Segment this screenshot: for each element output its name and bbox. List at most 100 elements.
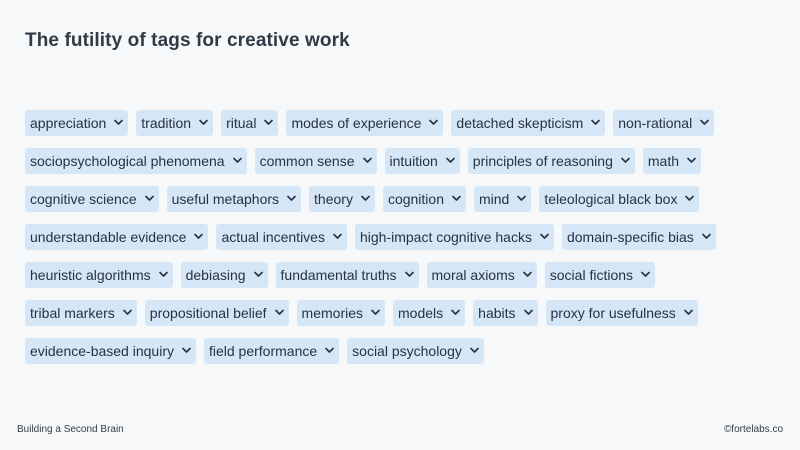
tag-label: principles of reasoning — [472, 153, 613, 169]
chevron-down-icon[interactable] — [264, 118, 274, 126]
tag-dropdown[interactable]: useful metaphors — [166, 186, 302, 212]
tag-dropdown[interactable]: evidence-based inquiry — [25, 338, 196, 364]
tag-label: non-rational — [618, 115, 693, 131]
tag-label: propositional belief — [149, 305, 267, 321]
tag-label: intuition — [389, 153, 438, 169]
tag-dropdown[interactable]: social fictions — [544, 262, 656, 288]
tag-label: appreciation — [30, 115, 107, 131]
chevron-down-icon[interactable] — [371, 308, 380, 316]
tag-label: social fictions — [549, 267, 634, 283]
chevron-down-icon[interactable] — [451, 308, 460, 316]
tag-dropdown[interactable]: social psychology — [347, 338, 484, 364]
tag-dropdown[interactable]: tribal markers — [25, 300, 137, 326]
tag-dropdown[interactable]: understandable evidence — [25, 224, 209, 250]
tag-dropdown[interactable]: principles of reasoning — [467, 148, 635, 174]
tag-dropdown[interactable]: habits — [473, 300, 538, 326]
chevron-down-icon[interactable] — [253, 270, 263, 278]
tag-label: heuristic algorithms — [30, 267, 151, 283]
chevron-down-icon[interactable] — [522, 270, 532, 278]
tag-label: field performance — [208, 343, 318, 359]
tag-dropdown[interactable]: modes of experience — [286, 110, 444, 136]
tag-dropdown[interactable]: field performance — [203, 338, 340, 364]
tag-dropdown[interactable]: memories — [296, 300, 386, 326]
tag-label: sociopsychological phenomena — [30, 153, 225, 169]
tag-label: evidence-based inquiry — [30, 343, 174, 359]
footer-copyright: ©fortelabs.co — [723, 424, 783, 435]
tag-row: understandable evidence actual incentives… — [25, 224, 775, 250]
tag-dropdown[interactable]: math — [642, 148, 701, 174]
tag-label: understandable evidence — [30, 229, 187, 245]
chevron-down-icon[interactable] — [194, 232, 204, 240]
tag-dropdown[interactable]: cognitive science — [25, 186, 159, 212]
chevron-down-icon[interactable] — [404, 270, 414, 278]
tag-dropdown[interactable]: models — [393, 300, 466, 326]
tag-dropdown[interactable]: domain-specific bias — [561, 224, 716, 250]
chevron-down-icon[interactable] — [182, 346, 191, 354]
chevron-down-icon[interactable] — [199, 118, 208, 126]
chevron-down-icon[interactable] — [452, 194, 461, 202]
tag-dropdown[interactable]: actual incentives — [216, 224, 347, 250]
tag-label: common sense — [259, 153, 355, 169]
tag-dropdown[interactable]: appreciation — [25, 110, 129, 136]
tag-row: tribal markers propositional belief memori… — [25, 300, 775, 326]
tag-label: modes of experience — [291, 115, 422, 131]
tag-label: memories — [301, 305, 364, 321]
tag-row: appreciation tradition ritual modes of expe… — [25, 110, 775, 136]
chevron-down-icon[interactable] — [687, 156, 696, 164]
tag-dropdown[interactable]: proxy for usefulness — [545, 300, 698, 326]
chevron-down-icon[interactable] — [445, 156, 455, 164]
tag-dropdown[interactable]: moral axioms — [426, 262, 537, 288]
chevron-down-icon[interactable] — [362, 156, 372, 164]
chevron-down-icon[interactable] — [158, 270, 168, 278]
tag-label: domain-specific bias — [566, 229, 694, 245]
chevron-down-icon[interactable] — [685, 194, 695, 202]
chevron-down-icon[interactable] — [702, 232, 711, 240]
tag-dropdown[interactable]: debiasing — [180, 262, 268, 288]
tag-label: models — [398, 305, 444, 321]
tag-label: fundamental truths — [280, 267, 397, 283]
tag-dropdown[interactable]: propositional belief — [144, 300, 289, 326]
tag-dropdown[interactable]: non-rational — [613, 110, 715, 136]
tag-dropdown[interactable]: tradition — [136, 110, 214, 136]
chevron-down-icon[interactable] — [517, 194, 527, 202]
tag-dropdown[interactable]: ritual — [221, 110, 279, 136]
tag-dropdown[interactable]: sociopsychological phenomena — [25, 148, 247, 174]
tag-label: ritual — [226, 115, 257, 131]
tag-dropdown[interactable]: intuition — [384, 148, 460, 174]
chevron-down-icon[interactable] — [333, 232, 342, 240]
tag-label: cognition — [387, 191, 444, 207]
tag-dropdown[interactable]: cognition — [382, 186, 466, 212]
chevron-down-icon[interactable] — [429, 118, 439, 126]
tag-dropdown[interactable]: detached skepticism — [451, 110, 606, 136]
tag-label: high-impact cognitive hacks — [359, 229, 532, 245]
chevron-down-icon[interactable] — [700, 118, 710, 126]
tag-label: math — [647, 153, 679, 169]
chevron-down-icon[interactable] — [122, 308, 132, 316]
tag-dropdown[interactable]: teleological black box — [539, 186, 700, 212]
tag-dropdown[interactable]: mind — [474, 186, 532, 212]
chevron-down-icon[interactable] — [591, 118, 601, 126]
chevron-down-icon[interactable] — [540, 232, 549, 240]
chevron-down-icon[interactable] — [287, 194, 296, 202]
chevron-down-icon[interactable] — [232, 156, 242, 164]
tag-dropdown[interactable]: fundamental truths — [275, 262, 419, 288]
chevron-down-icon[interactable] — [144, 194, 154, 202]
tag-dropdown[interactable]: theory — [309, 186, 375, 212]
chevron-down-icon[interactable] — [684, 308, 693, 316]
chevron-down-icon[interactable] — [114, 118, 124, 126]
chevron-down-icon[interactable] — [325, 346, 334, 354]
tag-dropdown[interactable]: high-impact cognitive hacks — [354, 224, 554, 250]
chevron-down-icon[interactable] — [641, 270, 650, 278]
chevron-down-icon[interactable] — [361, 194, 370, 202]
tag-dropdown[interactable]: heuristic algorithms — [25, 262, 173, 288]
tag-dropdown[interactable]: common sense — [254, 148, 377, 174]
chevron-down-icon[interactable] — [621, 156, 630, 164]
tag-label: tribal markers — [30, 305, 115, 321]
tag-label: mind — [479, 191, 510, 207]
chevron-down-icon[interactable] — [470, 346, 479, 354]
chevron-down-icon[interactable] — [274, 308, 284, 316]
chevron-down-icon[interactable] — [523, 308, 533, 316]
footer-brand: Building a Second Brain — [17, 424, 124, 435]
tag-label: useful metaphors — [171, 191, 280, 207]
page-title: The futility of tags for creative work — [25, 30, 350, 51]
